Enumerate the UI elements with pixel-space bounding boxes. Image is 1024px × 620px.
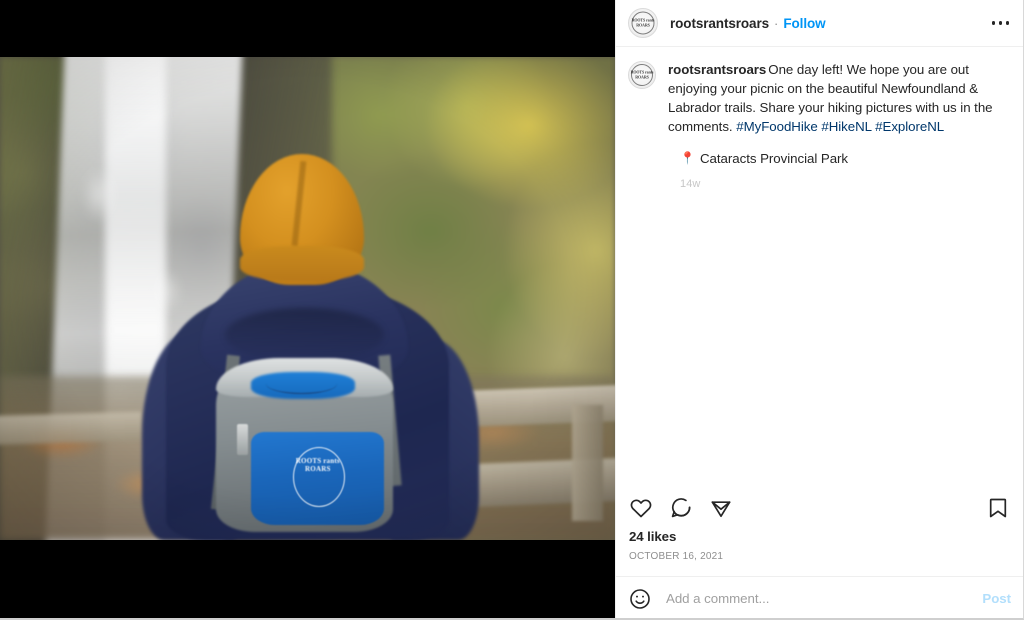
share-button[interactable] xyxy=(709,488,741,528)
bookmark-icon xyxy=(989,498,1007,518)
more-dot-2 xyxy=(998,21,1003,25)
backpack-cord xyxy=(266,374,337,395)
location-row[interactable]: 📍 Cataracts Provincial Park xyxy=(680,151,1008,166)
avatar-logo-text: ROOTS rants ROARS xyxy=(631,17,655,27)
hiker-figure: ROOTS rants ROARS xyxy=(142,153,479,540)
post-header: ROOTS rants ROARS rootsrantsroars · Foll… xyxy=(616,0,1023,47)
heart-icon xyxy=(630,499,652,518)
caption-text-block: rootsrantsroars One day left! We hope you… xyxy=(668,61,1008,137)
location-pin-icon: 📍 xyxy=(680,151,695,165)
beanie-fold xyxy=(239,246,364,282)
header-separator: · xyxy=(774,15,779,31)
more-options-icon[interactable] xyxy=(990,15,1011,30)
follow-button[interactable]: Follow xyxy=(783,16,825,31)
fence-rail-left xyxy=(0,412,142,446)
caption-username[interactable]: rootsrantsroars xyxy=(668,62,766,77)
location-name[interactable]: Cataracts Provincial Park xyxy=(700,151,848,166)
smiley-face-icon xyxy=(630,588,650,609)
avatar[interactable]: ROOTS rants ROARS xyxy=(628,8,658,38)
post-media-pane[interactable]: ROOTS rants ROARS xyxy=(0,0,615,618)
post-date: OCTOBER 16, 2021 xyxy=(629,551,724,562)
fence-post xyxy=(571,404,603,521)
post-photo[interactable]: ROOTS rants ROARS xyxy=(0,57,615,540)
like-button[interactable] xyxy=(629,488,661,528)
save-button[interactable] xyxy=(986,488,1010,528)
action-bar xyxy=(616,480,1023,528)
more-dot-3 xyxy=(1005,21,1009,25)
post-age: 14w xyxy=(680,177,701,190)
instagram-post-screen: ROOTS rants ROARS ROOTS rants ROARS root… xyxy=(0,0,1024,620)
caption-row: ROOTS rants ROARS rootsrantsroars One day… xyxy=(628,61,1008,137)
backpack-logo-text: ROOTS rants ROARS xyxy=(295,456,340,474)
hashtag-explorenl[interactable]: #ExploreNL xyxy=(875,119,944,134)
post-sidebar: ROOTS rants ROARS rootsrantsroars · Foll… xyxy=(615,0,1023,618)
comment-bubble-icon xyxy=(671,498,691,518)
hood-shadow xyxy=(224,308,385,363)
like-count[interactable]: 24 likes xyxy=(616,528,1023,544)
emoji-picker-button[interactable] xyxy=(628,587,652,611)
caption-avatar[interactable]: ROOTS rants ROARS xyxy=(628,61,656,89)
comment-button[interactable] xyxy=(669,488,701,528)
hashtag-myfoodhike[interactable]: #MyFoodHike xyxy=(736,119,818,134)
header-username[interactable]: rootsrantsroars xyxy=(670,16,769,31)
paper-plane-icon xyxy=(711,501,731,518)
comment-input[interactable] xyxy=(664,590,973,607)
comment-bar: Post xyxy=(616,576,1023,618)
more-dot-1 xyxy=(991,21,996,25)
backpack-buckle xyxy=(236,424,249,455)
caption-area: ROOTS rants ROARS rootsrantsroars One day… xyxy=(616,47,1023,480)
hashtag-hikenl[interactable]: #HikeNL xyxy=(821,119,871,134)
caption-avatar-logo-text: ROOTS rants ROARS xyxy=(630,69,654,79)
post-comment-button[interactable]: Post xyxy=(972,587,1011,610)
